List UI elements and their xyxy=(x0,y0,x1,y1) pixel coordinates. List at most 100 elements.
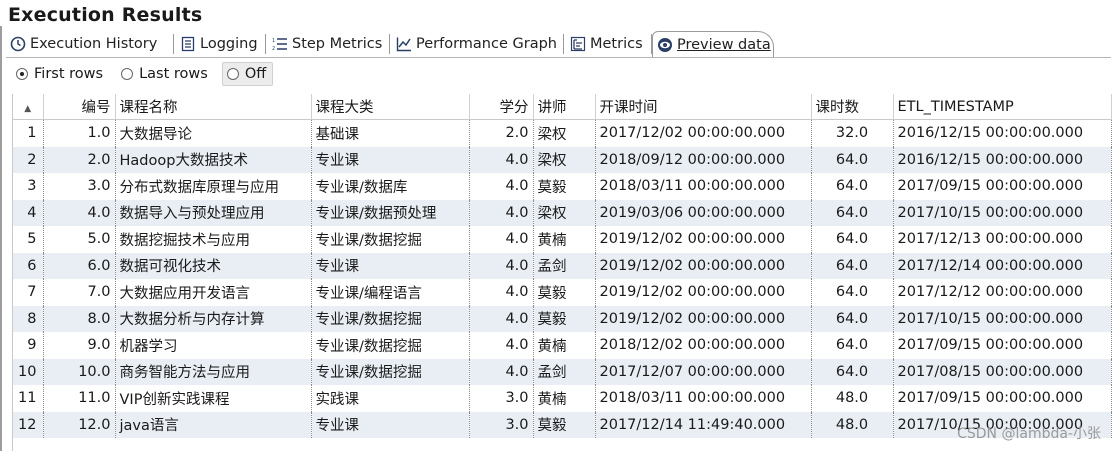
table-cell[interactable]: 4.0 xyxy=(469,226,534,253)
row-number[interactable]: 7 xyxy=(13,279,44,306)
table-cell[interactable]: 10.0 xyxy=(43,358,116,385)
table-cell[interactable]: 专业课/数据挖掘 xyxy=(311,226,470,253)
tab-step-metrics[interactable]: 12 Step Metrics xyxy=(268,32,390,56)
table-cell[interactable]: 2016/12/15 00:00:00.000 xyxy=(893,119,1112,147)
table-cell[interactable]: 2018/03/11 00:00:00.000 xyxy=(595,173,812,200)
table-cell[interactable]: Hadoop大数据技术 xyxy=(115,146,312,173)
row-number[interactable]: 10 xyxy=(13,358,44,385)
table-cell[interactable]: 3.0 xyxy=(43,173,116,200)
row-number[interactable]: 6 xyxy=(13,252,44,279)
column-header[interactable]: 讲师 xyxy=(533,94,596,120)
table-cell[interactable]: 2017/12/12 00:00:00.000 xyxy=(893,279,1112,306)
table-cell[interactable]: 64.0 xyxy=(811,199,894,226)
table-cell[interactable]: 莫毅 xyxy=(533,279,596,306)
table-row[interactable]: 9 9.0 机器学习 专业课/数据挖掘 4.0 黄楠 2018/12/02 00:00:00… xyxy=(13,332,1112,359)
table-cell[interactable]: 机器学习 xyxy=(115,332,312,359)
table-cell[interactable]: 专业课 xyxy=(311,252,470,279)
column-header[interactable]: 课时数 xyxy=(811,94,894,120)
table-cell[interactable]: 2017/12/14 11:49:40.000 xyxy=(595,411,812,438)
table-cell[interactable]: 32.0 xyxy=(811,119,894,147)
table-cell[interactable]: 2019/03/06 00:00:00.000 xyxy=(595,199,812,226)
table-cell[interactable]: 专业课/数据挖掘 xyxy=(311,332,470,359)
radio-first-rows[interactable]: First rows xyxy=(12,62,107,86)
table-cell[interactable]: 48.0 xyxy=(811,411,894,438)
table-cell[interactable]: 4.0 xyxy=(469,332,534,359)
row-number[interactable]: 12 xyxy=(13,411,44,438)
tab-logging[interactable]: Logging xyxy=(176,32,266,56)
row-number[interactable]: 3 xyxy=(13,173,44,200)
table-cell[interactable]: 2.0 xyxy=(43,146,116,173)
table-cell[interactable]: 1.0 xyxy=(43,119,116,147)
table-cell[interactable]: 48.0 xyxy=(811,385,894,412)
table-cell[interactable]: 基础课 xyxy=(311,119,470,147)
table-cell[interactable]: 2017/09/15 00:00:00.000 xyxy=(893,385,1112,412)
table-cell[interactable]: 2017/10/15 00:00:00.000 xyxy=(893,199,1112,226)
table-cell[interactable]: 2018/12/02 00:00:00.000 xyxy=(595,332,812,359)
table-cell[interactable]: 3.0 xyxy=(469,411,534,438)
tab-performance-graph[interactable]: Performance Graph xyxy=(392,32,564,56)
table-cell[interactable]: 4.0 xyxy=(469,146,534,173)
table-cell[interactable]: 6.0 xyxy=(43,252,116,279)
table-cell[interactable]: 2019/12/02 00:00:00.000 xyxy=(595,305,812,332)
column-header[interactable]: ETL_TIMESTAMP xyxy=(893,94,1112,120)
table-cell[interactable]: 64.0 xyxy=(811,305,894,332)
table-cell[interactable]: 莫毅 xyxy=(533,173,596,200)
tab-metrics[interactable]: Metrics xyxy=(566,32,652,56)
table-cell[interactable]: 数据导入与预处理应用 xyxy=(115,199,312,226)
row-number[interactable]: 11 xyxy=(13,385,44,412)
table-cell[interactable]: 2.0 xyxy=(469,119,534,147)
table-cell[interactable]: 64.0 xyxy=(811,226,894,253)
table-cell[interactable]: 莫毅 xyxy=(533,305,596,332)
table-cell[interactable]: 2018/09/12 00:00:00.000 xyxy=(595,146,812,173)
table-cell[interactable]: 64.0 xyxy=(811,332,894,359)
row-number[interactable]: 2 xyxy=(13,146,44,173)
table-cell[interactable]: 4.0 xyxy=(469,279,534,306)
table-cell[interactable]: 4.0 xyxy=(469,358,534,385)
table-cell[interactable]: 64.0 xyxy=(811,279,894,306)
table-cell[interactable]: 64.0 xyxy=(811,146,894,173)
table-cell[interactable]: 4.0 xyxy=(469,173,534,200)
radio-off[interactable]: Off xyxy=(221,62,274,86)
table-cell[interactable]: 2017/08/15 00:00:00.000 xyxy=(893,358,1112,385)
table-row[interactable]: 3 3.0 分布式数据库原理与应用 专业课/数据库 4.0 莫毅 2018/03/11 00… xyxy=(13,173,1112,200)
table-cell[interactable]: 黄楠 xyxy=(533,385,596,412)
row-number[interactable]: 5 xyxy=(13,226,44,253)
table-cell[interactable]: 2017/09/15 00:00:00.000 xyxy=(893,173,1112,200)
table-cell[interactable]: 5.0 xyxy=(43,226,116,253)
table-cell[interactable]: 孟剑 xyxy=(533,252,596,279)
table-row[interactable]: 5 5.0 数据挖掘技术与应用 专业课/数据挖掘 4.0 黄楠 2019/12/02 00:… xyxy=(13,226,1112,253)
table-row[interactable]: 1 1.0 大数据导论 基础课 2.0 梁权 2017/12/02 00:00:00.000… xyxy=(13,119,1112,147)
table-cell[interactable]: 大数据导论 xyxy=(115,119,312,147)
table-cell[interactable]: 2016/12/15 00:00:00.000 xyxy=(893,146,1112,173)
table-cell[interactable]: 黄楠 xyxy=(533,332,596,359)
table-cell[interactable]: 64.0 xyxy=(811,252,894,279)
table-cell[interactable]: 64.0 xyxy=(811,358,894,385)
table-cell[interactable]: 2019/12/02 00:00:00.000 xyxy=(595,226,812,253)
table-cell[interactable]: 7.0 xyxy=(43,279,116,306)
table-row[interactable]: 12 12.0 java语言 专业课 3.0 莫毅 2017/12/14 11:49:40.… xyxy=(13,411,1112,438)
table-cell[interactable]: 3.0 xyxy=(469,385,534,412)
table-cell[interactable]: 数据挖掘技术与应用 xyxy=(115,226,312,253)
column-header[interactable]: 课程名称 xyxy=(115,94,312,120)
table-cell[interactable]: 4.0 xyxy=(469,305,534,332)
table-cell[interactable]: 数据可视化技术 xyxy=(115,252,312,279)
table-cell[interactable]: 大数据应用开发语言 xyxy=(115,279,312,306)
table-cell[interactable]: 8.0 xyxy=(43,305,116,332)
table-cell[interactable]: 2017/12/14 00:00:00.000 xyxy=(893,252,1112,279)
table-row[interactable]: 6 6.0 数据可视化技术 专业课 4.0 孟剑 2019/12/02 00:00:00.0… xyxy=(13,252,1112,279)
table-cell[interactable]: 黄楠 xyxy=(533,226,596,253)
table-cell[interactable]: 专业课/数据挖掘 xyxy=(311,305,470,332)
column-header[interactable]: 课程大类 xyxy=(311,94,470,120)
table-cell[interactable]: 9.0 xyxy=(43,332,116,359)
table-cell[interactable]: 梁权 xyxy=(533,119,596,147)
table-cell[interactable]: 专业课/数据预处理 xyxy=(311,199,470,226)
table-cell[interactable]: 2017/10/15 00:00:00.000 xyxy=(893,305,1112,332)
table-row[interactable]: 2 2.0 Hadoop大数据技术 专业课 4.0 梁权 2018/09/12 00:00:… xyxy=(13,146,1112,173)
radio-last-rows[interactable]: Last rows xyxy=(117,62,212,86)
table-cell[interactable]: 专业课/数据库 xyxy=(311,173,470,200)
table-cell[interactable]: 大数据分析与内存计算 xyxy=(115,305,312,332)
table-cell[interactable]: 商务智能方法与应用 xyxy=(115,358,312,385)
tab-execution-history[interactable]: Execution History xyxy=(6,32,174,56)
table-cell[interactable]: 2017/12/13 00:00:00.000 xyxy=(893,226,1112,253)
table-row[interactable]: 11 11.0 VIP创新实践课程 实践课 3.0 黄楠 2018/03/11 00:00:… xyxy=(13,385,1112,412)
